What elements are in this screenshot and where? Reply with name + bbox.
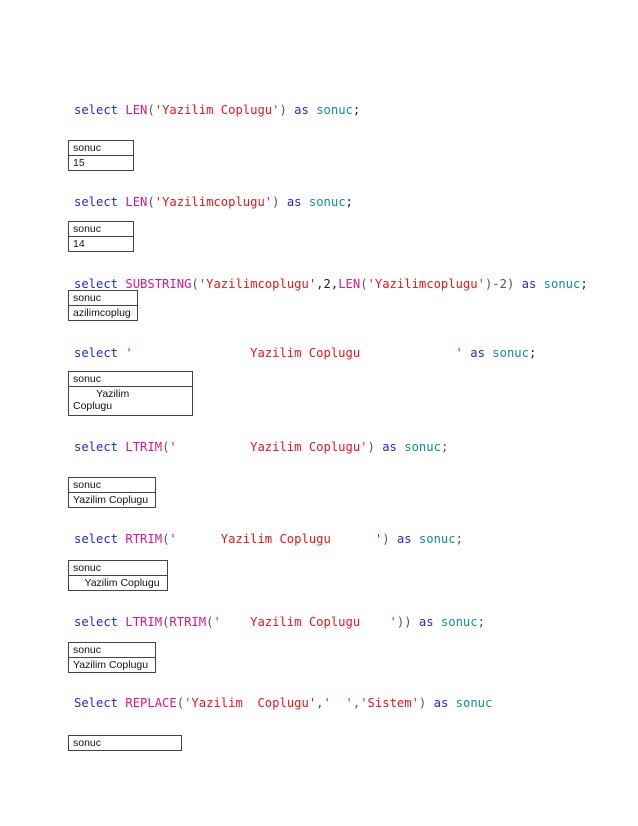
- result-table-3: sonuc azilimcoplug: [68, 290, 138, 321]
- result-header: sonuc: [68, 140, 134, 156]
- string-literal-2: 'Yazilimcoplugu': [367, 277, 485, 291]
- function-name: RTRIM: [125, 532, 163, 546]
- semicolon: ;: [455, 532, 463, 546]
- string-literal: ' Yazilim Coplugu ': [213, 615, 397, 629]
- sql-query-substring: select SUBSTRING('Yazilimcoplugu',2,LEN(…: [74, 276, 588, 292]
- keyword-select: select: [74, 277, 119, 291]
- alias: sonuc: [455, 696, 493, 710]
- alias: sonuc: [316, 103, 353, 117]
- keyword-as: as: [294, 103, 309, 117]
- keyword-as: as: [286, 195, 302, 209]
- string-literal: ' Yazilim Coplugu': [169, 440, 368, 454]
- result-value-line-2: Coplugu: [73, 400, 113, 412]
- string-literal: 'Yazilimcoplugu': [198, 277, 317, 291]
- paren: )-2): [484, 277, 522, 291]
- semicolon: ;: [352, 103, 361, 117]
- result-value: Yazilim Coplugu: [68, 575, 168, 591]
- paren: (: [147, 195, 155, 209]
- result-table-2: sonuc 14: [68, 221, 134, 252]
- semicolon: ;: [580, 277, 588, 291]
- result-value-line-1: Yazilim: [73, 388, 130, 400]
- result-header: sonuc: [68, 371, 193, 387]
- alias: sonuc: [308, 195, 346, 209]
- result-table-1: sonuc 15: [68, 140, 134, 171]
- arguments: ,2,: [316, 277, 339, 291]
- sql-query-replace: Select REPLACE('Yazilim Coplugu',' ','Si…: [74, 695, 492, 711]
- result-table-4: sonuc Yazilim Coplugu: [68, 371, 193, 416]
- semicolon: ;: [440, 440, 449, 454]
- sql-query-len-1: select LEN('Yazilim Coplugu') as sonuc;: [74, 102, 360, 118]
- sql-query-rtrim: select RTRIM(' Yazilim Coplugu ') as son…: [74, 531, 463, 547]
- alias: sonuc: [418, 532, 456, 546]
- paren: )): [396, 615, 419, 629]
- paren: ): [279, 103, 295, 117]
- function-name: REPLACE: [125, 696, 177, 710]
- paren: (: [176, 696, 185, 710]
- keyword-select: select: [74, 532, 119, 546]
- keyword-select: select: [74, 346, 119, 360]
- function-name: LTRIM: [125, 615, 163, 629]
- result-header: sonuc: [68, 560, 168, 576]
- paren: (: [191, 277, 199, 291]
- result-value: Yazilim Coplugu: [68, 386, 193, 416]
- keyword-as: as: [382, 440, 397, 454]
- semicolon: ;: [528, 346, 537, 360]
- keyword-as: as: [521, 277, 537, 291]
- keyword-select: select: [74, 615, 119, 629]
- result-value: Yazilim Coplugu: [68, 492, 156, 508]
- keyword-select: select: [74, 103, 119, 117]
- string-literal: 'Yazilimcoplugu': [154, 195, 273, 209]
- result-table-6: sonuc Yazilim Coplugu: [68, 560, 168, 591]
- paren: ): [272, 195, 287, 209]
- paren: ): [418, 696, 434, 710]
- paren: ): [382, 532, 397, 546]
- result-table-7: sonuc Yazilim Coplugu: [68, 642, 156, 673]
- keyword-select: Select: [74, 696, 119, 710]
- semicolon: ;: [477, 615, 485, 629]
- string-literal: 'Yazilim Coplugu': [154, 103, 280, 117]
- result-header: sonuc: [68, 735, 182, 751]
- string-literal: ' Yazilim Coplugu ': [169, 532, 383, 546]
- function-name-2: LEN: [338, 277, 361, 291]
- sql-query-ltrim-rtrim: select LTRIM(RTRIM(' Yazilim Coplugu '))…: [74, 614, 485, 630]
- keyword-select: select: [74, 195, 119, 209]
- string-literal-2: ' ': [323, 696, 353, 710]
- paren: ): [367, 440, 383, 454]
- alias: sonuc: [492, 346, 529, 360]
- result-value: Yazilim Coplugu: [68, 657, 156, 673]
- result-table-8: sonuc: [68, 735, 182, 751]
- function-name-2: RTRIM: [169, 615, 207, 629]
- result-header: sonuc: [68, 290, 138, 306]
- sql-query-len-2: select LEN('Yazilimcoplugu') as sonuc;: [74, 194, 353, 210]
- result-value: 14: [68, 236, 134, 252]
- paren: (: [360, 277, 368, 291]
- keyword-as: as: [433, 696, 449, 710]
- function-name: LEN: [125, 195, 148, 209]
- result-value: azilimcoplug: [68, 305, 138, 321]
- keyword-as: as: [470, 346, 485, 360]
- sql-query-ltrim: select LTRIM(' Yazilim Coplugu') as sonu…: [74, 439, 448, 455]
- result-header: sonuc: [68, 477, 156, 493]
- result-value: 15: [68, 155, 134, 171]
- alias: sonuc: [440, 615, 478, 629]
- alias: sonuc: [543, 277, 581, 291]
- paren: (: [147, 103, 155, 117]
- result-table-5: sonuc Yazilim Coplugu: [68, 477, 156, 508]
- comma: ,: [316, 696, 324, 710]
- semicolon: ;: [345, 195, 353, 209]
- string-literal-3: 'Sistem': [360, 696, 419, 710]
- result-header: sonuc: [68, 221, 134, 237]
- function-name: LTRIM: [125, 440, 163, 454]
- string-literal: ' Yazilim Coplugu ': [125, 346, 463, 360]
- sql-query-literal: select ' Yazilim Coplugu ' as sonuc;: [74, 345, 536, 361]
- keyword-as: as: [418, 615, 434, 629]
- string-literal: 'Yazilim Coplugu': [184, 696, 317, 710]
- alias: sonuc: [404, 440, 441, 454]
- function-name: LEN: [125, 103, 148, 117]
- keyword-as: as: [396, 532, 412, 546]
- result-header: sonuc: [68, 642, 156, 658]
- function-name: SUBSTRING: [125, 277, 192, 291]
- keyword-select: select: [74, 440, 119, 454]
